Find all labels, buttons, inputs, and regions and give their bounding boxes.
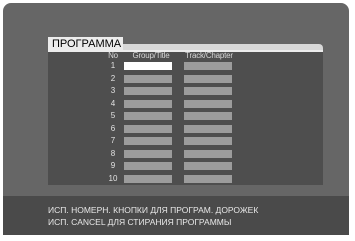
program-row: 3 xyxy=(0,85,355,97)
group-title-field[interactable] xyxy=(124,87,172,95)
group-title-field[interactable] xyxy=(124,174,172,183)
program-row: 10 xyxy=(0,173,355,185)
track-chapter-field[interactable] xyxy=(184,124,232,133)
row-number: 7 xyxy=(110,136,116,145)
track-chapter-field[interactable] xyxy=(184,174,232,183)
track-chapter-field[interactable] xyxy=(184,87,232,95)
track-chapter-field[interactable] xyxy=(184,99,232,108)
program-row: 2 xyxy=(0,73,355,85)
row-number: 10 xyxy=(108,173,118,183)
row-number: 4 xyxy=(110,98,116,108)
row-number: 9 xyxy=(110,161,116,170)
track-chapter-field[interactable] xyxy=(184,62,232,70)
track-chapter-field[interactable] xyxy=(184,162,232,170)
program-row: 8 xyxy=(0,148,355,160)
row-number: 8 xyxy=(110,148,116,158)
group-title-field[interactable] xyxy=(124,99,172,108)
column-header-track-chapter: Track/Chapter xyxy=(185,51,233,60)
program-row: 9 xyxy=(0,160,355,172)
program-row: 1 xyxy=(0,60,355,72)
help-bar xyxy=(3,196,349,235)
group-title-field[interactable] xyxy=(124,74,172,83)
row-number: 1 xyxy=(110,61,116,70)
help-message-cancel: ИСП. CANCEL ДЛЯ СТИРАНИЯ ПРОГРАММЫ xyxy=(48,217,232,227)
track-chapter-field[interactable] xyxy=(184,112,232,120)
group-title-field[interactable] xyxy=(124,137,172,145)
program-row: 5 xyxy=(0,110,355,122)
group-title-field[interactable] xyxy=(124,162,172,170)
row-number: 3 xyxy=(110,86,116,95)
group-title-field[interactable] xyxy=(124,124,172,133)
help-message-numeric-keys: ИСП. НОМЕРН. КНОПКИ ДЛЯ ПРОГРАМ. ДОРОЖЕК xyxy=(48,205,259,215)
group-title-field[interactable] xyxy=(124,62,172,70)
track-chapter-field[interactable] xyxy=(184,149,232,158)
program-row: 4 xyxy=(0,98,355,110)
group-title-field[interactable] xyxy=(124,112,172,120)
row-number: 2 xyxy=(110,73,116,83)
group-title-field[interactable] xyxy=(124,149,172,158)
row-number: 6 xyxy=(110,123,116,133)
program-row: 7 xyxy=(0,135,355,147)
track-chapter-field[interactable] xyxy=(184,74,232,83)
column-header-no: No xyxy=(108,51,118,60)
column-header-group-title: Group/Title xyxy=(132,51,170,60)
row-number: 5 xyxy=(110,111,116,120)
program-row: 6 xyxy=(0,123,355,135)
track-chapter-field[interactable] xyxy=(184,137,232,145)
page-title: ПРОГРАММА xyxy=(48,37,123,50)
